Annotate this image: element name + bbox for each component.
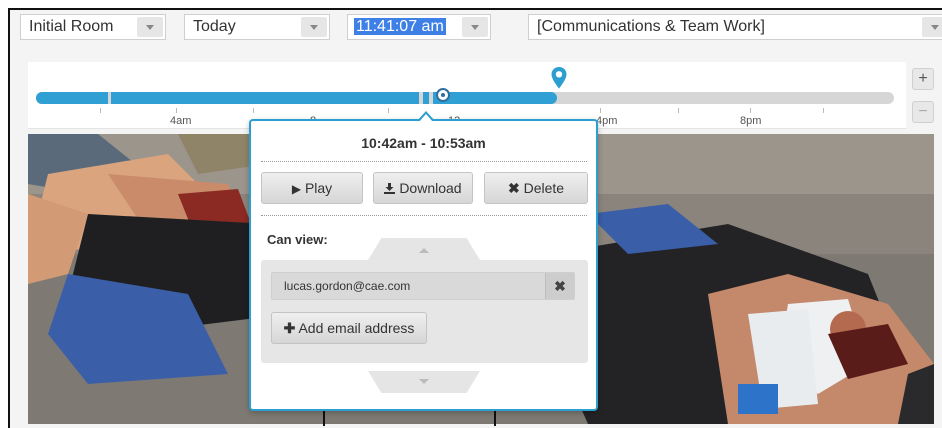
- timeline-track[interactable]: [36, 92, 894, 104]
- delete-button-label: Delete: [523, 180, 565, 196]
- play-icon: ▶: [291, 182, 302, 196]
- download-icon: [384, 183, 396, 194]
- delete-button[interactable]: ✖ Delete: [484, 172, 588, 204]
- download-button-label: Download: [399, 180, 462, 196]
- category-select[interactable]: [Communications & Team Work]: [528, 14, 942, 40]
- chevron-down-icon[interactable]: [301, 17, 327, 37]
- timeline-label: 8pm: [740, 115, 762, 127]
- viewer-list: lucas.gordon@cae.com ✖ ✚ Add email addre…: [261, 260, 588, 363]
- timeline-tick: [750, 108, 751, 113]
- recording-segment[interactable]: [111, 92, 419, 104]
- timeline-label: 4pm: [596, 115, 618, 127]
- map-pin-icon[interactable]: [550, 66, 568, 90]
- room-select[interactable]: Initial Room: [20, 14, 166, 40]
- timeline-tick: [388, 108, 389, 113]
- segment-time-range: 10:42am - 10:53am: [361, 135, 486, 151]
- timeline-tick: [253, 108, 254, 113]
- day-select[interactable]: Today: [184, 14, 330, 40]
- scroll-up-button[interactable]: [368, 238, 480, 260]
- plus-icon: ✚: [283, 320, 296, 336]
- divider: [261, 215, 587, 216]
- day-select-value: Today: [193, 18, 236, 35]
- room-select-value: Initial Room: [29, 18, 114, 35]
- category-select-value: [Communications & Team Work]: [537, 18, 765, 35]
- time-select-value[interactable]: 11:41:07 am: [354, 18, 446, 35]
- chevron-down-icon[interactable]: [922, 17, 942, 37]
- timeline-tick: [823, 108, 824, 113]
- divider: [261, 161, 587, 162]
- timeline-tick: [600, 108, 601, 113]
- recording-segment[interactable]: [423, 92, 429, 104]
- play-button-label: Play: [304, 180, 333, 196]
- viewer-item: lucas.gordon@cae.com ✖: [271, 272, 575, 300]
- recording-segment[interactable]: [433, 92, 557, 104]
- chevron-down-icon[interactable]: [462, 17, 488, 37]
- timeline-tick: [100, 108, 101, 113]
- popover-arrow: [417, 111, 435, 122]
- segment-popover: 10:42am - 10:53am ▶ Play Download ✖ Dele…: [249, 111, 598, 411]
- play-button[interactable]: ▶ Play: [261, 172, 363, 204]
- chevron-down-icon[interactable]: [137, 17, 163, 37]
- timeline-label: 4am: [170, 115, 192, 127]
- download-button[interactable]: Download: [373, 172, 473, 204]
- time-select[interactable]: 11:41:07 am: [347, 14, 491, 40]
- playhead-handle[interactable]: [436, 88, 450, 102]
- zoom-in-button[interactable]: +: [912, 68, 934, 90]
- scroll-down-button[interactable]: [368, 371, 480, 393]
- add-email-button-label: Add email address: [298, 320, 415, 336]
- add-email-button[interactable]: ✚ Add email address: [271, 312, 427, 344]
- recording-segment[interactable]: [36, 92, 108, 104]
- timeline-tick: [678, 108, 679, 113]
- can-view-label: Can view:: [267, 232, 328, 247]
- viewer-email: lucas.gordon@cae.com: [284, 279, 411, 293]
- close-icon: ✖: [507, 180, 520, 196]
- remove-viewer-button[interactable]: ✖: [545, 273, 574, 299]
- timeline-tick: [176, 108, 177, 113]
- zoom-out-button[interactable]: −: [912, 101, 934, 123]
